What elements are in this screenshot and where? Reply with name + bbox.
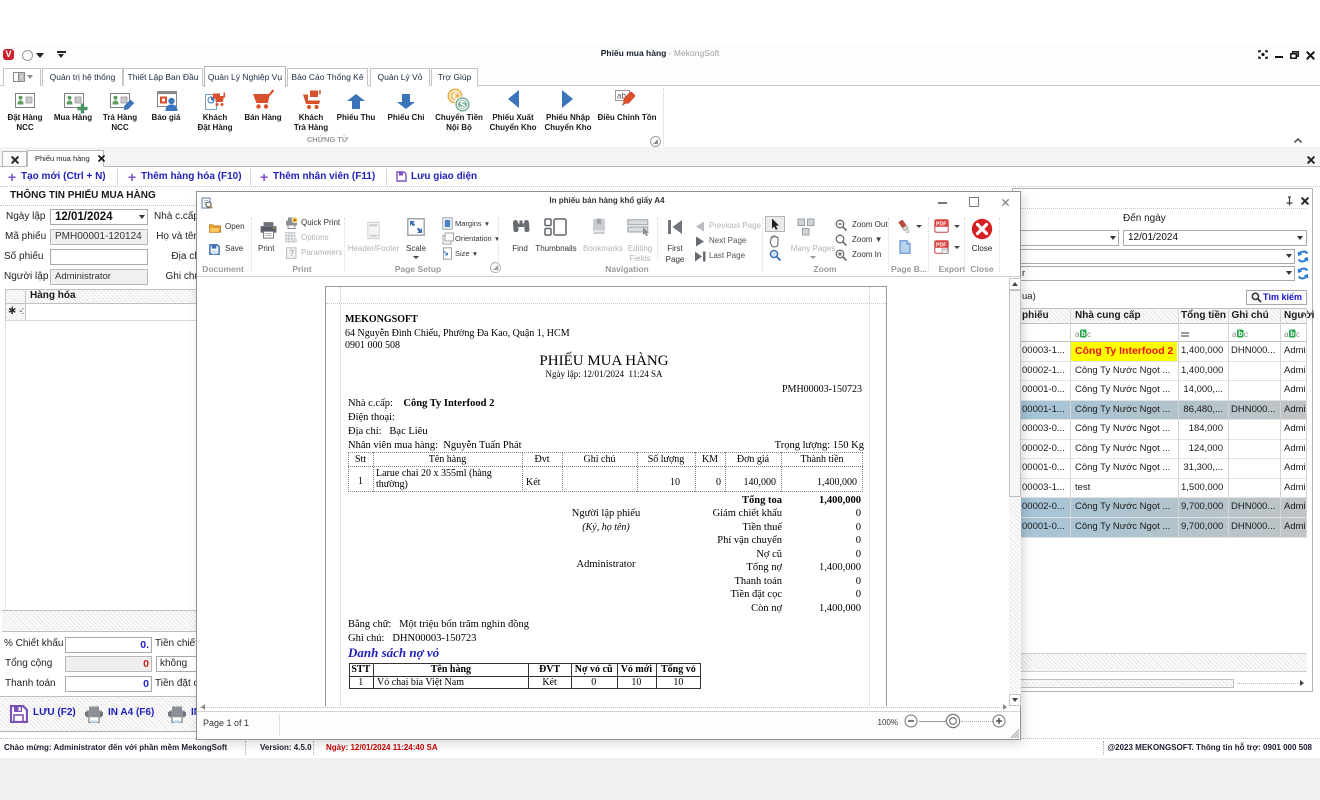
svg-text:PDF: PDF bbox=[936, 243, 946, 249]
svg-text:c: c bbox=[1296, 330, 1300, 338]
svg-text:b: b bbox=[1238, 331, 1242, 338]
svg-text:a: a bbox=[1284, 330, 1289, 338]
svg-text:c: c bbox=[1087, 330, 1091, 338]
svg-text:b: b bbox=[1081, 331, 1085, 338]
svg-text:?: ? bbox=[289, 248, 295, 258]
svg-text:a: a bbox=[1232, 330, 1237, 338]
svg-text:PDF: PDF bbox=[936, 222, 946, 228]
svg-text:$: $ bbox=[460, 100, 466, 111]
svg-text:b: b bbox=[1290, 331, 1294, 338]
svg-text:a: a bbox=[1075, 330, 1080, 338]
svg-text:c: c bbox=[1244, 330, 1248, 338]
